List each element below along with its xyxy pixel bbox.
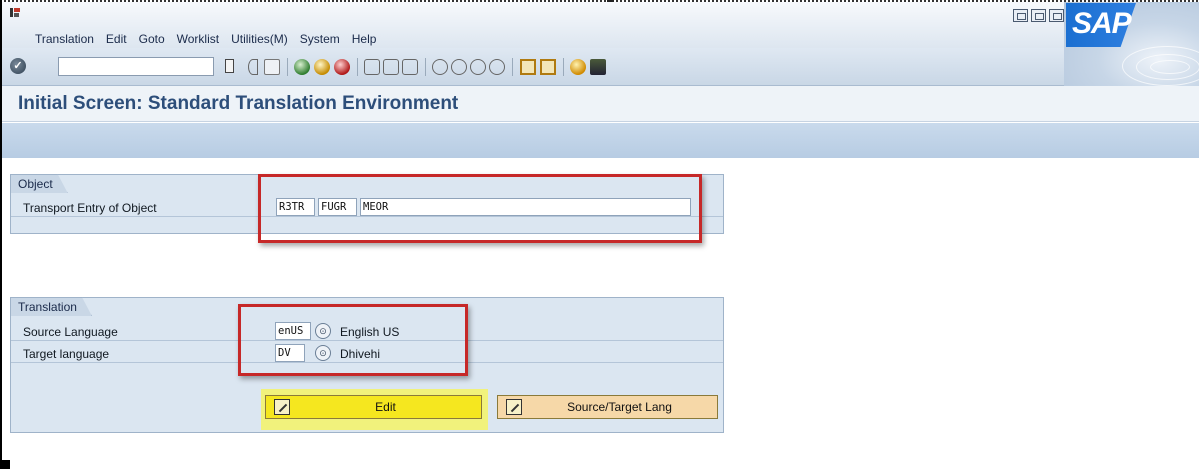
standard-toolbar: ✓ [2,48,1064,86]
create-session-icon[interactable] [520,59,536,75]
application-toolbar [2,123,1199,158]
source-target-lang-label: Source/Target Lang [567,400,672,414]
menu-translation[interactable]: Translation [35,32,94,46]
source-language-label: Source Language [23,325,118,339]
first-page-icon[interactable] [432,59,448,75]
sap-logo-text: SAP [1072,7,1132,40]
minimize-icon[interactable] [1013,9,1028,22]
back-arrow-icon[interactable] [248,59,258,75]
shortcut-icon[interactable] [540,59,556,75]
find-next-icon[interactable] [402,59,418,75]
close-icon[interactable] [1049,9,1064,22]
menu-worklist[interactable]: Worklist [177,32,219,46]
save-icon[interactable] [264,59,280,75]
previous-page-icon[interactable] [451,59,467,75]
edit-pencil-icon [274,399,290,415]
maximize-icon[interactable] [1031,9,1046,22]
object-group-tab: Object [10,174,68,193]
sap-logo: SAP [1064,2,1199,98]
app-menu-icon[interactable] [10,8,20,18]
translation-group-tab: Translation [10,297,92,316]
window-controls [1013,9,1064,22]
exit-icon[interactable] [314,59,330,75]
find-icon[interactable] [383,59,399,75]
menu-items: Translation Edit Goto Worklist Utilities… [35,32,388,46]
help-icon[interactable] [570,59,586,75]
object-highlight-box [258,174,702,243]
source-target-lang-button[interactable]: Source/Target Lang [497,395,718,419]
menu-edit[interactable]: Edit [106,32,127,46]
menu-bar: Translation Edit Goto Worklist Utilities… [2,2,1199,48]
page-title: Initial Screen: Standard Translation Env… [18,93,459,114]
translation-highlight-box [238,304,468,376]
edit-button[interactable]: Edit [265,395,482,419]
menu-system[interactable]: System [300,32,340,46]
target-language-label: Target language [23,347,110,361]
print-icon[interactable] [364,59,380,75]
next-page-icon[interactable] [470,59,486,75]
edit-button-label: Edit [375,400,396,414]
menu-goto[interactable]: Goto [139,32,165,46]
layout-icon[interactable] [590,59,606,75]
cancel-icon[interactable] [334,59,350,75]
headset-icon [506,399,522,415]
last-page-icon[interactable] [489,59,505,75]
enter-icon[interactable]: ✓ [10,58,26,74]
menu-utilities[interactable]: Utilities(M) [231,32,288,46]
back-icon[interactable] [294,59,310,75]
command-history-icon[interactable] [225,59,234,73]
transport-entry-label: Transport Entry of Object [23,201,157,215]
command-field[interactable] [58,57,214,76]
bottom-marker [0,460,10,469]
menu-help[interactable]: Help [352,32,377,46]
